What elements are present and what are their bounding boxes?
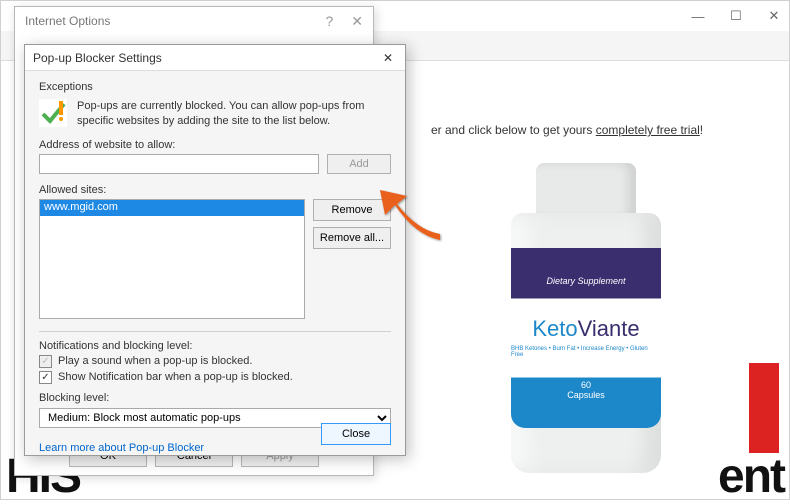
add-button: Add [327,154,391,174]
address-input[interactable] [39,154,319,174]
notifications-label: Notifications and blocking level: [39,340,391,352]
play-sound-checkbox: ✓ [39,355,52,368]
internet-options-titlebar: Internet Options ? ✕ [15,7,373,35]
show-notification-label: Show Notification bar when a pop-up is b… [58,371,293,383]
remove-all-button[interactable]: Remove all... [313,227,391,249]
popup-title: Pop-up Blocker Settings [33,51,162,65]
list-item[interactable]: www.mgid.com [40,200,304,216]
dialog-close-icon[interactable]: ✕ [351,13,363,30]
address-label: Address of website to allow: [39,139,391,151]
checkmark-icon [39,99,67,127]
show-notification-checkbox[interactable]: ✓ [39,371,52,384]
video-badge [749,363,779,453]
window-close-button[interactable]: ✕ [767,9,781,23]
exceptions-label: Exceptions [39,81,391,93]
headline-right: ent [718,449,784,504]
learn-more-link[interactable]: Learn more about Pop-up Blocker [39,442,204,454]
popup-titlebar: Pop-up Blocker Settings ✕ [25,45,405,71]
divider [39,331,391,332]
internet-options-title: Internet Options [25,14,110,28]
play-sound-label: Play a sound when a pop-up is blocked. [58,355,252,367]
popup-blocker-dialog: Pop-up Blocker Settings ✕ Exceptions Pop… [24,44,406,456]
remove-button[interactable]: Remove [313,199,391,221]
product-bottle-2: Dietary Supplement KetoViante BHB Ketone… [501,153,671,483]
promo-text: er and click below to get yours complete… [431,123,703,137]
close-icon[interactable]: ✕ [379,49,397,67]
allowed-sites-label: Allowed sites: [39,184,391,196]
close-button[interactable]: Close [321,423,391,445]
help-icon[interactable]: ? [325,13,333,30]
maximize-button[interactable]: ☐ [729,9,743,23]
exceptions-text: Pop-ups are currently blocked. You can a… [77,99,391,129]
minimize-button[interactable]: — [691,9,705,23]
blocking-level-label: Blocking level: [39,392,391,404]
allowed-sites-list[interactable]: www.mgid.com [39,199,305,319]
free-trial-link[interactable]: completely free trial [596,123,700,137]
